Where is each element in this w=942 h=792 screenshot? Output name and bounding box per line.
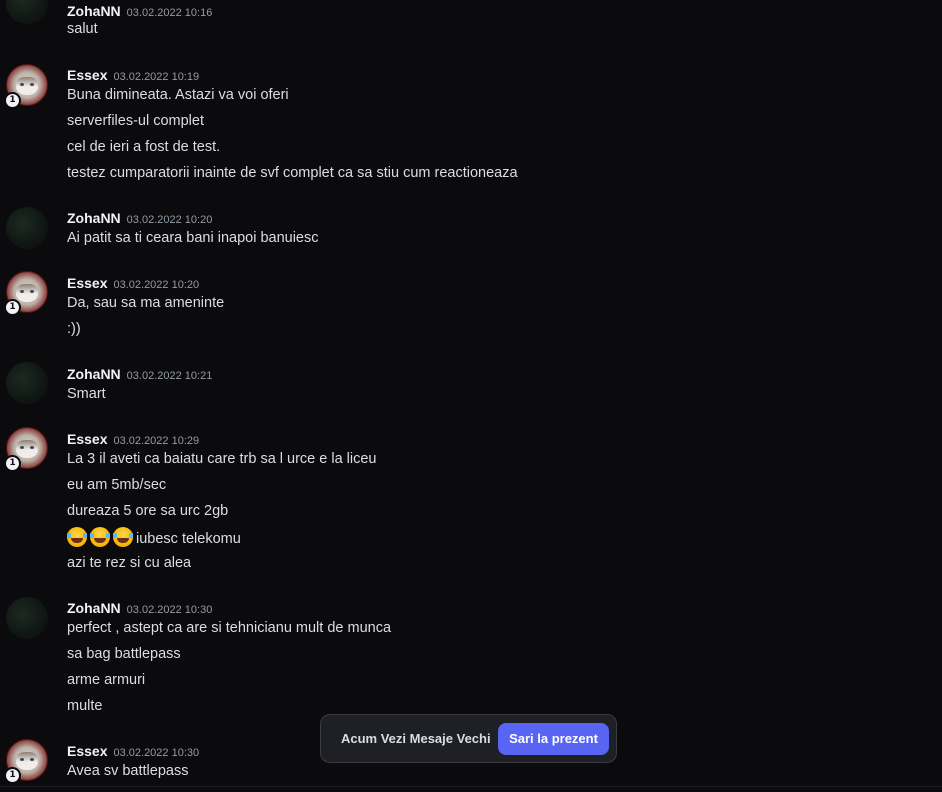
timestamp[interactable]: 03.02.2022 10:20 xyxy=(113,279,199,291)
username[interactable]: ZohaNN xyxy=(67,366,121,382)
message-text: azi te rez si cu alea xyxy=(67,555,192,571)
message-text: :)) xyxy=(67,321,81,337)
message-text: iubesc telekomu xyxy=(136,531,241,547)
message-text: sa bag battlepass xyxy=(67,646,181,662)
avatar[interactable] xyxy=(6,207,48,249)
message-text: arme armuri xyxy=(67,672,146,688)
timestamp[interactable]: 03.02.2022 10:30 xyxy=(127,604,213,616)
divider xyxy=(0,786,942,792)
badge-icon: 1 xyxy=(4,299,21,316)
message-text: Avea sv battlepass xyxy=(67,763,189,779)
message-text: Smart xyxy=(67,386,106,402)
message-text: serverfiles-ul complet xyxy=(67,113,204,129)
message-text: perfect , astept ca are si tehnicianu mu… xyxy=(67,620,392,636)
username[interactable]: Essex xyxy=(67,67,107,83)
laughing-tears-emoji-icon[interactable] xyxy=(113,527,133,547)
timestamp[interactable]: 03.02.2022 10:21 xyxy=(127,370,213,382)
message-text: Buna dimineata. Astazi va voi oferi xyxy=(67,87,289,103)
message-text: La 3 il aveti ca baiatu care trb sa l ur… xyxy=(67,451,377,467)
badge-icon: 1 xyxy=(4,92,21,109)
laughing-tears-emoji-icon[interactable] xyxy=(90,527,110,547)
message-header: Essex 03.02.2022 10:19 xyxy=(67,65,199,83)
jump-to-present-bar: Acum Vezi Mesaje Vechi Sari la prezent xyxy=(320,714,617,763)
jump-to-present-button[interactable]: Sari la prezent xyxy=(498,723,609,755)
message-text: eu am 5mb/sec xyxy=(67,477,167,493)
avatar[interactable] xyxy=(6,0,48,24)
message-header: Essex 03.02.2022 10:20 xyxy=(67,273,199,291)
message-text: Da, sau sa ma ameninte xyxy=(67,295,225,311)
username[interactable]: ZohaNN xyxy=(67,210,121,226)
cat-face-icon xyxy=(16,752,38,770)
message-text: dureaza 5 ore sa urc 2gb xyxy=(67,503,229,519)
message-text: salut xyxy=(67,21,98,37)
cat-face-icon xyxy=(16,77,38,95)
avatar[interactable] xyxy=(6,362,48,404)
viewing-older-messages-label: Acum Vezi Mesaje Vechi xyxy=(341,731,491,746)
cat-face-icon xyxy=(16,440,38,458)
message-text: cel de ieri a fost de test. xyxy=(67,139,221,155)
username[interactable]: Essex xyxy=(67,743,107,759)
message-header: Essex 03.02.2022 10:29 xyxy=(67,429,199,447)
username[interactable]: Essex xyxy=(67,275,107,291)
message-header: ZohaNN 03.02.2022 10:21 xyxy=(67,364,212,382)
message-text: multe xyxy=(67,698,103,714)
laughing-tears-emoji-icon[interactable] xyxy=(67,527,87,547)
avatar[interactable] xyxy=(6,597,48,639)
message-text: Ai patit sa ti ceara bani inapoi banuies… xyxy=(67,230,319,246)
message-list[interactable]: ZohaNN 03.02.2022 10:16 salut 1 Essex 03.0… xyxy=(0,0,942,792)
badge-icon: 1 xyxy=(4,455,21,472)
message-header: ZohaNN 03.02.2022 10:16 xyxy=(67,1,212,19)
timestamp[interactable]: 03.02.2022 10:20 xyxy=(127,214,213,226)
timestamp[interactable]: 03.02.2022 10:30 xyxy=(113,747,199,759)
username[interactable]: ZohaNN xyxy=(67,3,121,19)
message-text: testez cumparatorii inainte de svf compl… xyxy=(67,165,518,181)
username[interactable]: Essex xyxy=(67,431,107,447)
cat-face-icon xyxy=(16,284,38,302)
message-header: ZohaNN 03.02.2022 10:30 xyxy=(67,598,212,616)
badge-icon: 1 xyxy=(4,767,21,784)
timestamp[interactable]: 03.02.2022 10:16 xyxy=(127,7,213,19)
message-text-with-emoji: iubesc telekomu xyxy=(67,527,241,547)
username[interactable]: ZohaNN xyxy=(67,600,121,616)
message-header: Essex 03.02.2022 10:30 xyxy=(67,741,199,759)
message-header: ZohaNN 03.02.2022 10:20 xyxy=(67,208,212,226)
timestamp[interactable]: 03.02.2022 10:19 xyxy=(113,71,199,83)
timestamp[interactable]: 03.02.2022 10:29 xyxy=(113,435,199,447)
